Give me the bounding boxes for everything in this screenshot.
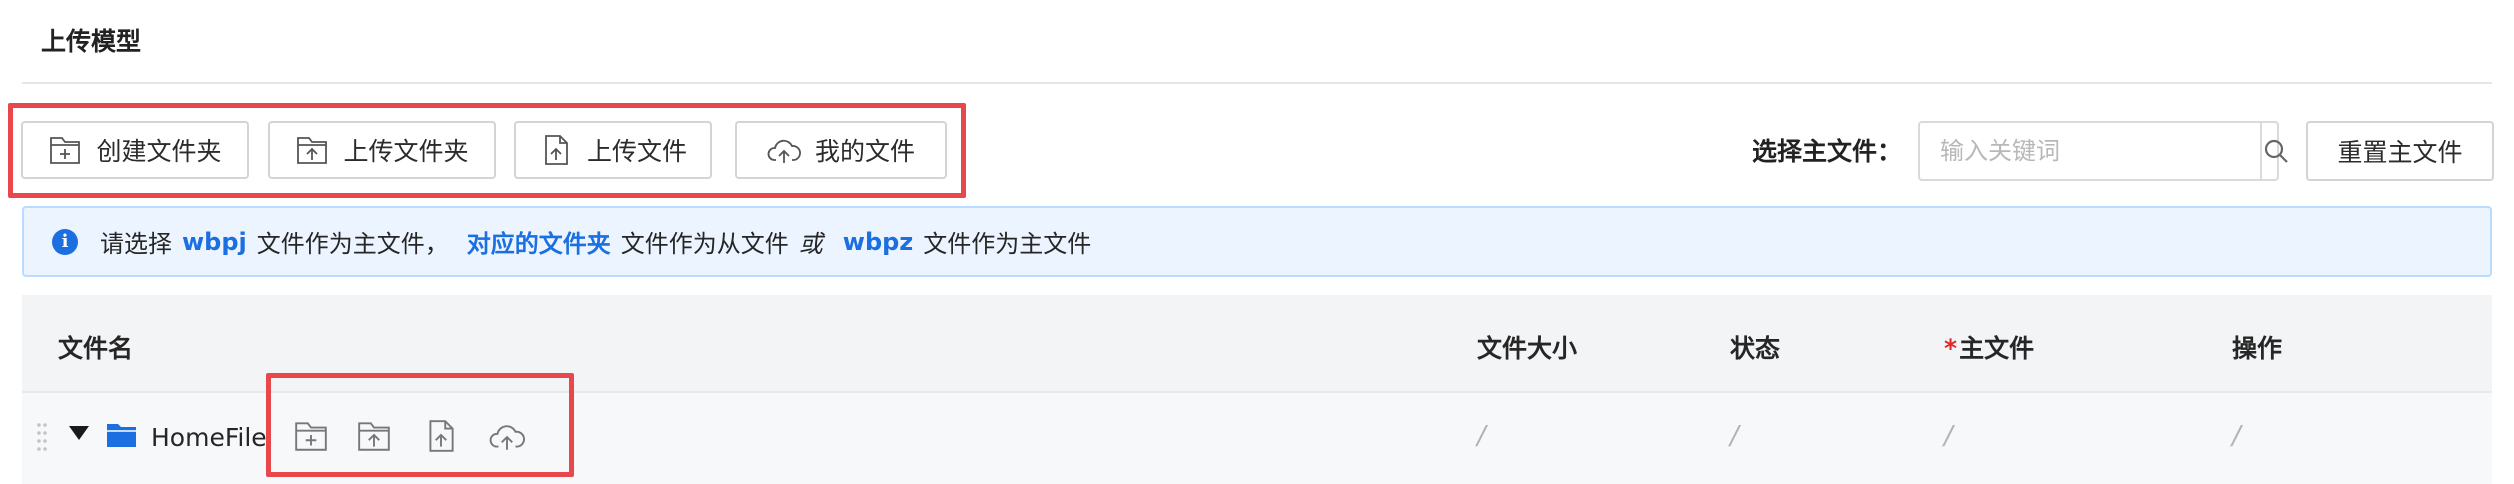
alert-highlight-wbpz: wbpz xyxy=(842,227,914,256)
folder-icon xyxy=(107,424,136,447)
page-title: 上传模型 xyxy=(41,27,142,56)
file-upload-icon[interactable] xyxy=(423,418,459,454)
cell-actions: / xyxy=(2232,421,2241,451)
select-main-file-label: 选择主文件： xyxy=(1752,137,1903,166)
cell-main-file: / xyxy=(1944,421,1953,451)
folder-upload-icon[interactable] xyxy=(356,418,392,454)
col-file-name: 文件名 xyxy=(58,334,134,363)
alert-highlight-folder: 对应的文件夹 xyxy=(466,230,611,258)
create-folder-label: 创建文件夹 xyxy=(96,137,222,166)
alert-text-1: 请选择 xyxy=(100,230,172,258)
info-icon: i xyxy=(52,228,78,255)
create-folder-button[interactable]: 创建文件夹 xyxy=(21,121,249,179)
folder-upload-icon xyxy=(297,137,328,164)
folder-plus-icon xyxy=(50,137,81,164)
expand-caret-icon[interactable] xyxy=(68,425,90,441)
my-files-button[interactable]: 我的文件 xyxy=(735,121,947,179)
search-input[interactable] xyxy=(1920,123,2260,179)
search-box xyxy=(1918,121,2288,181)
alert-text-3: 文件作为从文件 xyxy=(620,230,789,258)
col-main-file: *主文件 xyxy=(1944,329,2034,365)
cell-file-size: / xyxy=(1477,421,1486,451)
upload-folder-label: 上传文件夹 xyxy=(343,137,469,166)
search-icon xyxy=(2264,139,2288,163)
upload-file-label: 上传文件 xyxy=(586,137,687,166)
cloud-upload-icon[interactable] xyxy=(489,418,525,454)
alert-highlight-wbpj: wbpj xyxy=(182,227,247,256)
cloud-upload-icon xyxy=(767,139,801,163)
file-name[interactable]: HomeFile xyxy=(151,423,267,452)
info-alert: i 请选择 wbpj 文件作为主文件， 对应的文件夹 文件作为从文件 或 wbp… xyxy=(22,206,2492,277)
col-main-file-label: 主文件 xyxy=(1959,334,2035,363)
alert-text-2: 文件作为主文件， xyxy=(256,230,449,258)
title-divider xyxy=(22,82,2492,84)
search-button[interactable] xyxy=(2260,123,2290,179)
reset-main-file-label: 重置主文件 xyxy=(2337,138,2463,167)
upload-file-button[interactable]: 上传文件 xyxy=(514,121,712,179)
col-actions: 操作 xyxy=(2232,334,2283,363)
alert-text-4: 文件作为主文件 xyxy=(923,230,1092,258)
table-row: HomeFile / / / / xyxy=(22,373,2492,484)
required-mark: * xyxy=(1944,334,1958,363)
my-files-label: 我的文件 xyxy=(814,137,915,166)
reset-main-file-button[interactable]: 重置主文件 xyxy=(2306,121,2494,181)
drag-handle-icon[interactable] xyxy=(36,421,48,455)
file-upload-icon xyxy=(545,135,568,165)
upload-folder-button[interactable]: 上传文件夹 xyxy=(268,121,496,179)
col-status: 状态 xyxy=(1730,334,1781,363)
col-file-size: 文件大小 xyxy=(1477,334,1578,363)
folder-plus-icon[interactable] xyxy=(293,418,329,454)
alert-or: 或 xyxy=(798,230,823,258)
cell-status: / xyxy=(1730,421,1739,451)
